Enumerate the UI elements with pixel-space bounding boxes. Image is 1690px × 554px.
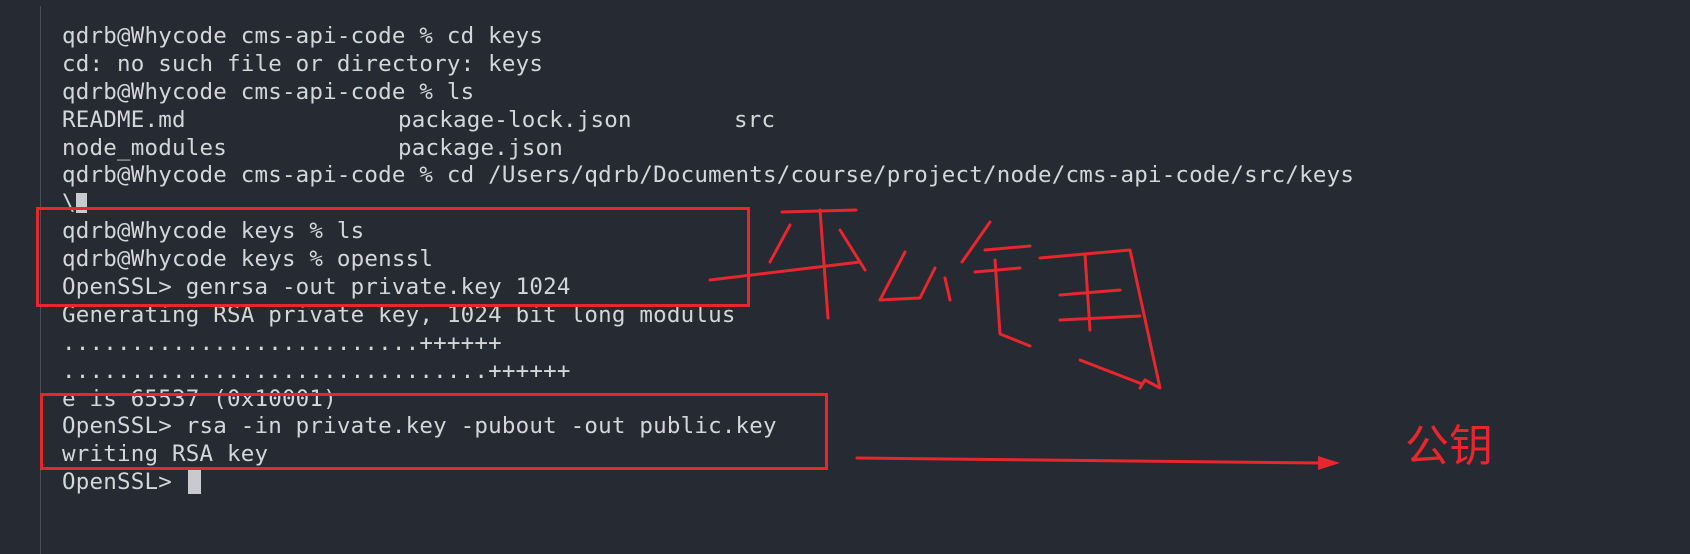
terminal-window[interactable]: qdrb@Whycode cms-api-code % cd keys cd: … <box>0 0 1690 554</box>
public-key-annotation: 公钥 <box>1405 421 1493 472</box>
arrow-icon <box>855 456 1340 470</box>
handwritten-private-key-icon <box>708 208 1162 390</box>
